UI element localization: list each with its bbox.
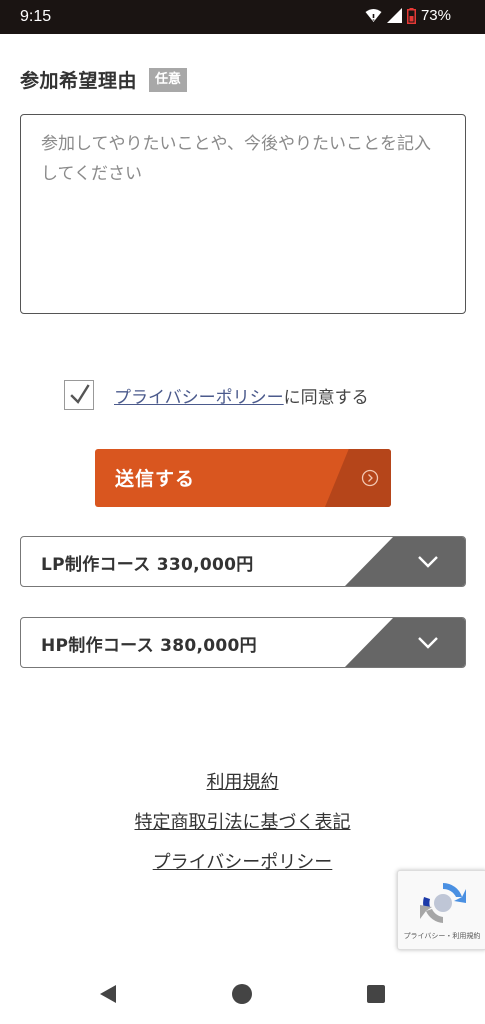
wifi-icon: [365, 9, 382, 22]
course-title-lp: LP制作コース 330,000円: [41, 555, 254, 575]
nav-home-icon[interactable]: [232, 984, 252, 1004]
chevron-down-icon: [418, 556, 438, 568]
status-time: 9:15: [20, 8, 52, 25]
nav-bar: [0, 968, 485, 1024]
course-title-hp: HP制作コース 380,000円: [41, 636, 257, 656]
privacy-agree-checkbox[interactable]: [64, 380, 94, 410]
recaptcha-badge[interactable]: プライバシー・利用規約: [397, 870, 485, 950]
optional-badge: 任意: [149, 67, 188, 92]
check-icon: [70, 384, 90, 404]
privacy-agree-row: プライバシーポリシーに同意する: [64, 380, 369, 410]
terms-link[interactable]: 利用規約: [0, 768, 485, 808]
reason-textarea[interactable]: [20, 114, 466, 314]
privacy-policy-link[interactable]: プライバシーポリシー: [114, 388, 284, 408]
commercial-law-link[interactable]: 特定商取引法に基づく表記: [0, 808, 485, 848]
recaptcha-text: プライバシー・利用規約: [403, 932, 481, 940]
reason-field-label: 参加希望理由 任意: [20, 66, 188, 93]
course-toggle-lp: [345, 537, 465, 586]
recaptcha-icon: [420, 883, 466, 923]
battery-percent: 73%: [420, 7, 451, 24]
course-accordion-hp[interactable]: HP制作コース 380,000円: [20, 617, 466, 668]
privacy-agree-suffix: に同意する: [283, 387, 369, 408]
status-icons: 73%: [365, 7, 451, 24]
submit-stripe: [325, 449, 391, 507]
reason-label: 参加希望理由: [20, 70, 138, 92]
nav-back-icon[interactable]: [98, 984, 118, 1004]
submit-button[interactable]: 送信する: [95, 449, 391, 507]
status-bar: 9:15 73%: [0, 0, 485, 34]
course-accordion-lp[interactable]: LP制作コース 330,000円: [20, 536, 466, 587]
submit-label: 送信する: [115, 468, 196, 490]
privacy-agree-text: プライバシーポリシーに同意する: [114, 383, 369, 408]
nav-recents-icon[interactable]: [367, 985, 385, 1003]
circle-arrow-right-icon: [361, 469, 379, 487]
course-toggle-hp: [345, 618, 465, 667]
chevron-down-icon: [418, 637, 438, 649]
signal-icon: [386, 8, 402, 23]
battery-icon: [406, 7, 416, 24]
